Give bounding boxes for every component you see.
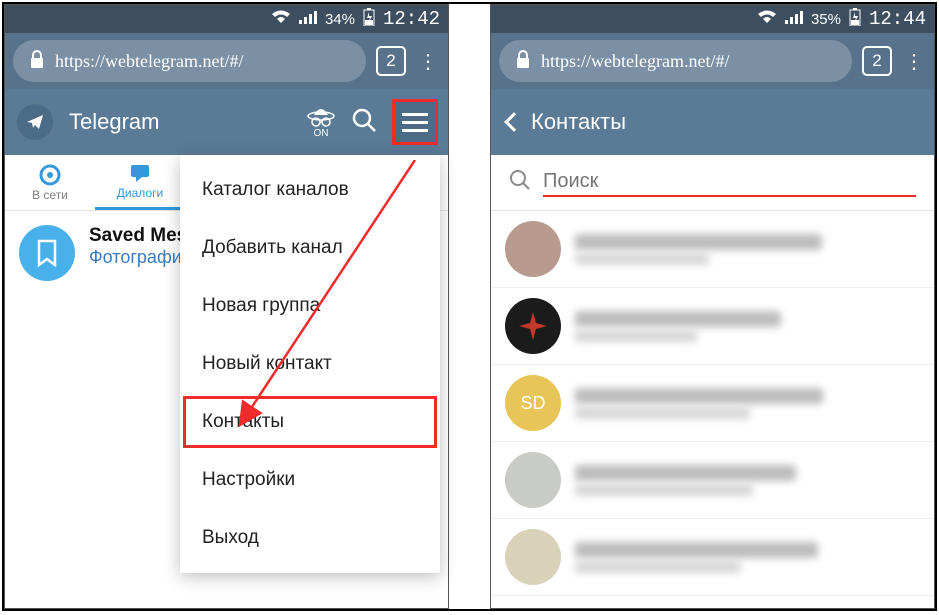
contacts-header: Контакты — [491, 89, 934, 155]
url-box[interactable]: https://webtelegram.net/#/ — [499, 40, 852, 82]
tab-online[interactable]: В сети — [5, 155, 95, 210]
lock-icon — [29, 50, 45, 73]
search-icon[interactable] — [350, 106, 378, 139]
browser-menu-icon[interactable]: ⋮ — [902, 49, 926, 74]
menu-logout[interactable]: Выход — [180, 509, 440, 567]
incognito-label: ON — [314, 128, 329, 139]
contact-avatar: SD — [505, 375, 561, 431]
url-text: https://webtelegram.net/#/ — [55, 51, 243, 72]
battery-icon — [363, 8, 375, 30]
contact-avatar — [505, 452, 561, 508]
contacts-list: SD — [491, 211, 934, 596]
contact-avatar — [505, 221, 561, 277]
browser-bar: https://webtelegram.net/#/ 2 ⋮ — [5, 33, 448, 89]
incognito-toggle[interactable]: ON — [306, 105, 336, 139]
menu-catalog-channels[interactable]: Каталог каналов — [180, 161, 440, 219]
signal-icon — [299, 10, 317, 28]
battery-percent: 34% — [325, 11, 355, 28]
browser-menu-icon[interactable]: ⋮ — [416, 49, 440, 74]
menu-settings[interactable]: Настройки — [180, 451, 440, 509]
url-box[interactable]: https://webtelegram.net/#/ — [13, 40, 366, 82]
back-chevron-icon[interactable] — [504, 112, 524, 132]
main-menu-dropdown: Каталог каналов Добавить канал Новая гру… — [180, 155, 440, 573]
clock: 12:44 — [869, 8, 926, 30]
telegram-logo-icon[interactable] — [15, 102, 55, 142]
bookmark-avatar-icon — [19, 225, 75, 281]
lock-icon — [515, 50, 531, 73]
wifi-icon — [271, 10, 291, 28]
status-bar: 34% 12:42 — [5, 5, 448, 33]
contact-row[interactable] — [491, 211, 934, 288]
contact-row[interactable] — [491, 442, 934, 519]
hamburger-menu-button[interactable] — [392, 99, 438, 145]
header-title: Контакты — [531, 109, 626, 135]
clock: 12:42 — [383, 8, 440, 30]
contact-row[interactable]: SD — [491, 365, 934, 442]
wifi-icon — [757, 10, 777, 28]
menu-contacts[interactable]: Контакты — [180, 393, 440, 451]
url-text: https://webtelegram.net/#/ — [541, 51, 729, 72]
phone-right: 35% 12:44 https://webtelegram.net/#/ 2 ⋮… — [490, 4, 935, 609]
contacts-search-row — [491, 155, 934, 211]
contact-avatar — [505, 529, 561, 585]
app-header: Telegram ON — [5, 89, 448, 155]
tab-count[interactable]: 2 — [376, 46, 406, 76]
contacts-search-input[interactable] — [543, 168, 916, 197]
signal-icon — [785, 10, 803, 28]
contact-avatar — [505, 298, 561, 354]
search-icon — [509, 169, 531, 196]
menu-new-group[interactable]: Новая группа — [180, 277, 440, 335]
battery-icon — [849, 8, 861, 30]
browser-bar: https://webtelegram.net/#/ 2 ⋮ — [491, 33, 934, 89]
phone-left: 34% 12:42 https://webtelegram.net/#/ 2 ⋮… — [4, 4, 449, 609]
app-title: Telegram — [69, 109, 292, 135]
menu-new-contact[interactable]: Новый контакт — [180, 335, 440, 393]
menu-add-channel[interactable]: Добавить канал — [180, 219, 440, 277]
tab-count[interactable]: 2 — [862, 46, 892, 76]
status-bar: 35% 12:44 — [491, 5, 934, 33]
battery-percent: 35% — [811, 11, 841, 28]
contact-row[interactable] — [491, 519, 934, 596]
tab-dialogs[interactable]: Диалоги — [95, 155, 185, 210]
contact-row[interactable] — [491, 288, 934, 365]
